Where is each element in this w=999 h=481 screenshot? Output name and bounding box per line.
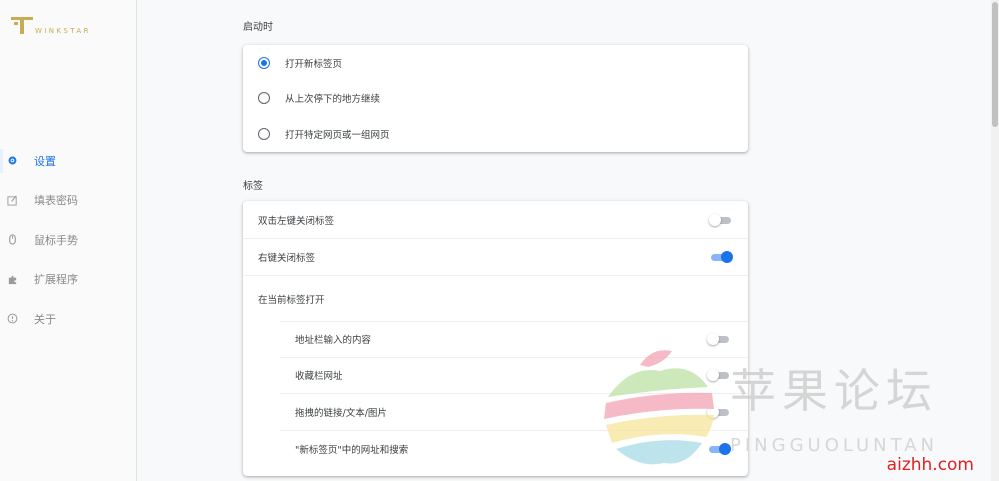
sidebar-nav: 设置 填表密码 鼠标手势 扩展程序 关于 — [0, 141, 137, 339]
setting-row-right-click-close[interactable]: 右键关闭标签 — [243, 239, 748, 276]
toggle-switch[interactable] — [707, 369, 731, 382]
toggle-switch[interactable] — [707, 442, 731, 455]
startup-section-title: 启动时 — [243, 22, 273, 33]
sidebar-item-mouse-gestures[interactable]: 鼠标手势 — [0, 220, 137, 260]
radio-button[interactable] — [258, 127, 270, 140]
radio-label: 打开特定网页或一组网页 — [285, 129, 390, 141]
setting-label: 地址栏输入的内容 — [295, 335, 372, 347]
sidebar-item-autofill[interactable]: 填表密码 — [0, 181, 137, 221]
setting-row-dragged-content[interactable]: 拖拽的链接/文本/图片 — [280, 394, 748, 431]
setting-label: 右键关闭标签 — [258, 253, 316, 264]
watermark-domain-text: aizhh.com — [886, 455, 974, 475]
sidebar-item-settings[interactable]: 设置 — [0, 141, 137, 181]
form-edit-icon — [6, 194, 18, 206]
startup-card: 打开新标签页 从上次停下的地方继续 打开特定网页或一组网页 — [243, 45, 748, 152]
sidebar-item-label: 设置 — [34, 154, 56, 168]
mouse-icon — [6, 234, 18, 246]
setting-label: 双击左键关闭标签 — [258, 215, 335, 227]
info-icon — [6, 313, 18, 325]
sidebar-item-extensions[interactable]: 扩展程序 — [0, 260, 137, 300]
setting-group-open-in-current-tab: 在当前标签打开 — [243, 276, 748, 321]
svg-text:PINGGUOLUNTAN: PINGGUOLUNTAN — [730, 435, 938, 456]
sidebar-item-label: 鼠标手势 — [34, 233, 78, 247]
setting-row-bookmark-bar-url[interactable]: 收藏栏网址 — [280, 358, 748, 394]
setting-label: 收藏栏网址 — [295, 371, 343, 383]
toggle-switch[interactable] — [707, 333, 731, 346]
sidebar-item-label: 填表密码 — [34, 194, 78, 208]
sidebar-item-label: 扩展程序 — [34, 273, 78, 287]
setting-label: 拖拽的链接/文本/图片 — [295, 407, 387, 419]
gear-icon — [6, 155, 18, 167]
tabs-card: 双击左键关闭标签 右键关闭标签 在当前标签打开 地址栏输入的内容 收藏栏网址 拖… — [243, 201, 748, 476]
setting-row-new-tab-search[interactable]: "新标签页"中的网址和搜索 — [280, 431, 748, 468]
setting-row-address-bar-input[interactable]: 地址栏输入的内容 — [280, 321, 748, 358]
svg-text:苹果论坛: 苹果论坛 — [730, 364, 938, 418]
startup-option-continue[interactable]: 从上次停下的地方继续 — [243, 81, 748, 117]
toggle-switch[interactable] — [709, 251, 733, 263]
radio-button[interactable] — [258, 92, 270, 105]
setting-label: "新标签页"中的网址和搜索 — [295, 444, 409, 456]
sidebar: WINKSTAR 设置 填表密码 鼠标手势 扩展程序 关于 — [0, 0, 137, 481]
startup-option-specific-pages[interactable]: 打开特定网页或一组网页 — [243, 116, 748, 152]
open-in-current-tab-options: 地址栏输入的内容 收藏栏网址 拖拽的链接/文本/图片 "新标签页"中的网址和搜索 — [280, 321, 748, 467]
radio-label: 打开新标签页 — [285, 58, 343, 70]
sidebar-item-about[interactable]: 关于 — [0, 299, 137, 339]
brand-name: WINKSTAR — [35, 27, 91, 35]
tabs-section-title: 标签 — [243, 181, 263, 192]
puzzle-icon — [6, 273, 18, 285]
startup-option-new-tab[interactable]: 打开新标签页 — [243, 45, 748, 81]
radio-button[interactable] — [258, 56, 270, 69]
setting-row-double-click-close[interactable]: 双击左键关闭标签 — [243, 201, 748, 239]
vertical-scrollbar[interactable] — [991, 0, 999, 481]
scrollbar-thumb[interactable] — [992, 2, 998, 127]
winkstar-logo-icon — [11, 17, 33, 34]
sidebar-item-label: 关于 — [34, 312, 56, 326]
toggle-switch[interactable] — [707, 405, 731, 418]
brand-logo: WINKSTAR — [10, 15, 91, 35]
setting-group-label: 在当前标签打开 — [258, 294, 325, 306]
toggle-switch[interactable] — [709, 213, 733, 226]
radio-label: 从上次停下的地方继续 — [285, 94, 381, 106]
